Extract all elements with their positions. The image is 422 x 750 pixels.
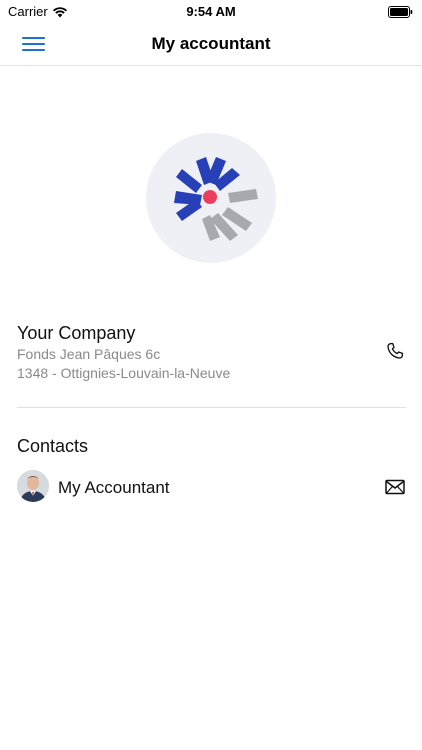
contact-name: My Accountant <box>58 478 170 497</box>
battery-icon <box>388 5 413 23</box>
phone-icon[interactable] <box>385 341 405 361</box>
status-time: 9:54 AM <box>186 4 236 19</box>
company-address-line2: 1348 - Ottignies-Louvain-la-Neuve <box>17 365 231 381</box>
company-address-line1: Fonds Jean Pâques 6c <box>17 346 161 362</box>
page-title: My accountant <box>151 34 271 53</box>
company-name: Your Company <box>17 323 136 343</box>
divider <box>17 407 406 408</box>
company-info: Your Company Fonds Jean Pâques 6c 1348 -… <box>17 322 407 382</box>
status-bar: Carrier 9:54 AM <box>0 0 422 22</box>
mail-icon[interactable] <box>385 479 405 495</box>
avatar <box>17 470 49 502</box>
contacts-heading: Contacts <box>17 436 89 456</box>
company-logo <box>146 133 276 263</box>
contact-item[interactable]: My Accountant <box>17 470 407 504</box>
navigation-bar: My accountant <box>0 22 422 66</box>
